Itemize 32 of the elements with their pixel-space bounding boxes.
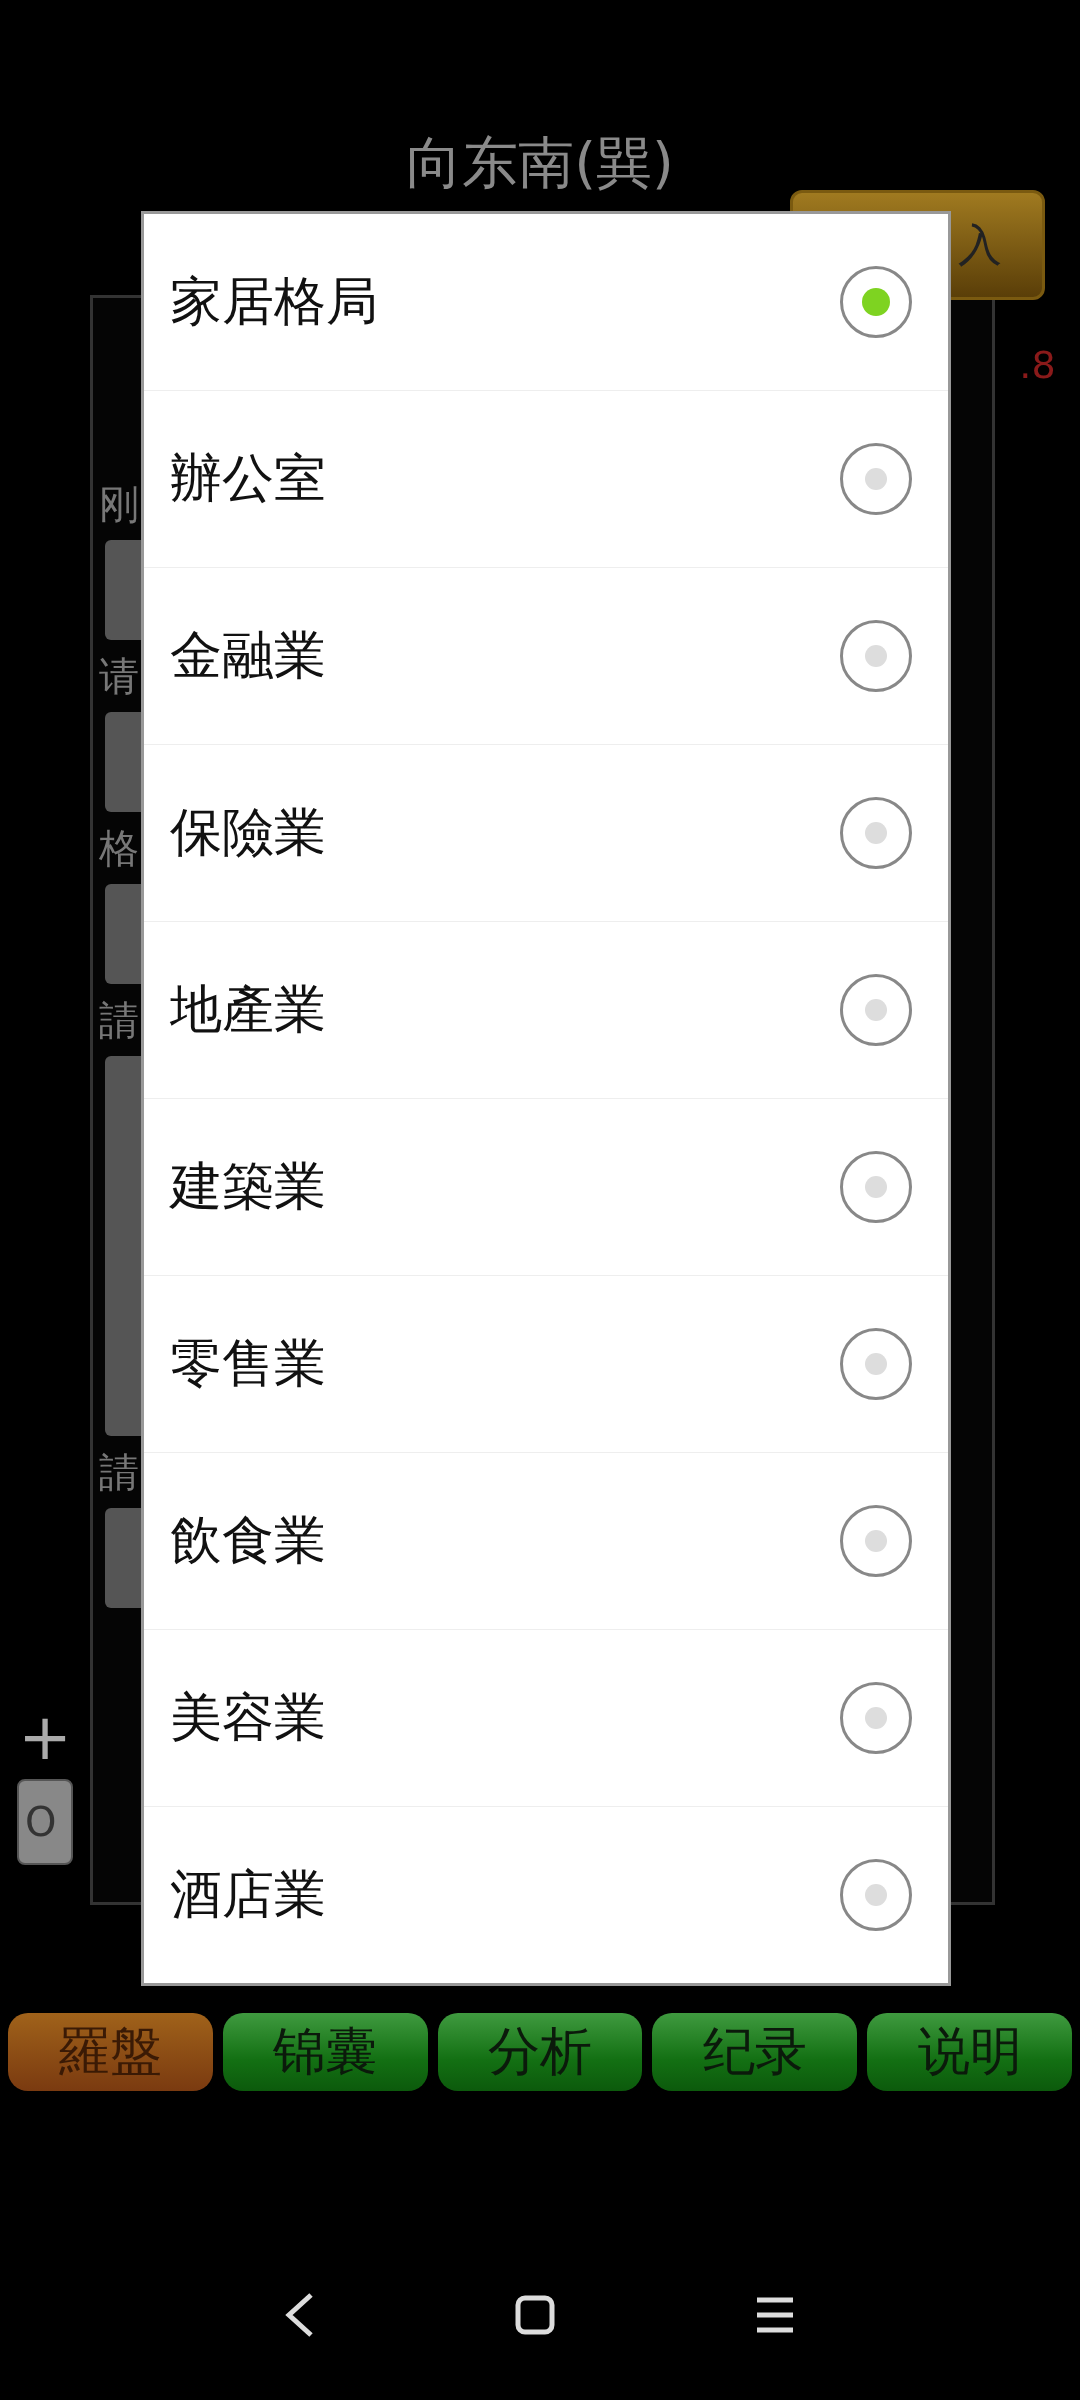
form-label: 請: [99, 996, 139, 1045]
form-label: 刚: [99, 480, 139, 529]
option-row[interactable]: 金融業: [144, 567, 948, 744]
option-row[interactable]: 零售業: [144, 1275, 948, 1452]
option-row[interactable]: 美容業: [144, 1629, 948, 1806]
form-label: 格: [99, 824, 139, 873]
option-label: 金融業: [170, 624, 326, 687]
option-label: 家居格局: [170, 270, 378, 333]
page-title: 向东南(巽): [406, 129, 674, 197]
option-row[interactable]: 家居格局: [144, 214, 948, 390]
option-label: 美容業: [170, 1686, 326, 1749]
home-icon[interactable]: [515, 2295, 555, 2335]
option-row[interactable]: 保險業: [144, 744, 948, 921]
menu-icon[interactable]: [755, 2297, 795, 2333]
reading-value: .8: [1019, 343, 1056, 387]
option-label: 保險業: [170, 801, 326, 864]
form-label: 請: [99, 1448, 139, 1497]
option-row[interactable]: 酒店業: [144, 1806, 948, 1983]
option-label: 地產業: [170, 978, 326, 1041]
back-icon[interactable]: [285, 2293, 315, 2337]
option-row[interactable]: 辦公室: [144, 390, 948, 567]
option-row[interactable]: 建築業: [144, 1098, 948, 1275]
form-label: 请: [99, 652, 139, 701]
option-label: 飲食業: [170, 1509, 326, 1572]
option-label: 辦公室: [170, 447, 326, 510]
option-label: 零售業: [170, 1332, 326, 1395]
option-row[interactable]: 地產業: [144, 921, 948, 1098]
small-button[interactable]: O: [17, 1779, 73, 1865]
option-label: 酒店業: [170, 1863, 326, 1926]
option-row[interactable]: 飲食業: [144, 1452, 948, 1629]
plus-label: +: [18, 1705, 72, 1769]
option-label: 建築業: [170, 1155, 326, 1218]
